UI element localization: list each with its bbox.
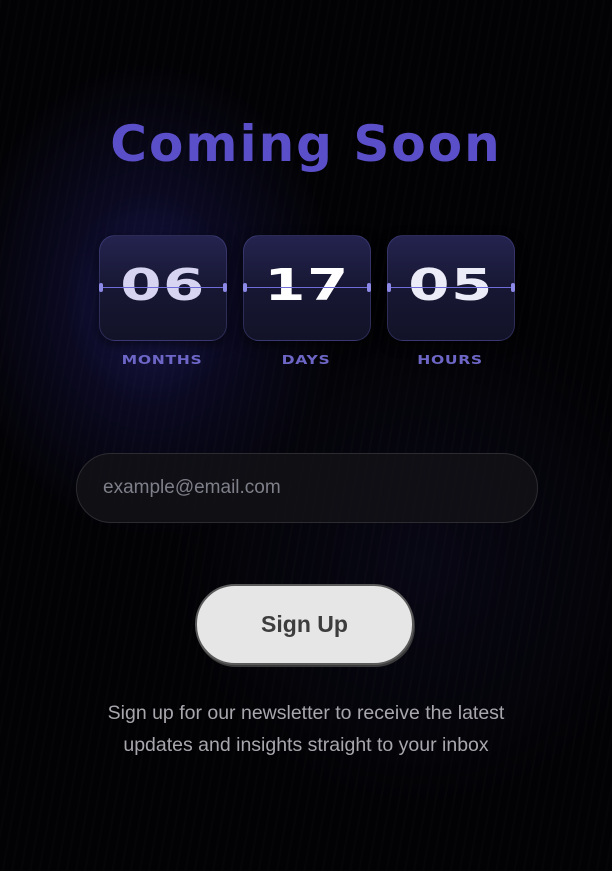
email-field[interactable] [76, 453, 538, 523]
newsletter-description: Sign up for our newsletter to receive th… [60, 697, 552, 761]
page-title: Coming Soon [110, 115, 502, 173]
hinge-left [243, 283, 247, 292]
flip-divider [246, 287, 368, 288]
hinge-right [511, 283, 515, 292]
countdown-tile-days: 17 [243, 235, 371, 341]
flip-divider [390, 287, 512, 288]
flip-divider [102, 287, 224, 288]
sign-up-button[interactable]: Sign Up [195, 584, 414, 665]
hinge-left [99, 283, 103, 292]
countdown-tile-months: 06 [99, 235, 227, 341]
description-line-2: updates and insights straight to your in… [123, 734, 489, 756]
coming-soon-page: Coming Soon 06 17 05 MONTHS DAYS HOURS S… [0, 0, 612, 871]
countdown-hours-label: HOURS [417, 353, 483, 367]
countdown-days-label: DAYS [281, 353, 331, 367]
hinge-left [387, 283, 391, 292]
description-line-1: Sign up for our newsletter to receive th… [107, 702, 505, 724]
countdown-tile-hours: 05 [387, 235, 515, 341]
countdown-months-label: MONTHS [121, 353, 203, 367]
